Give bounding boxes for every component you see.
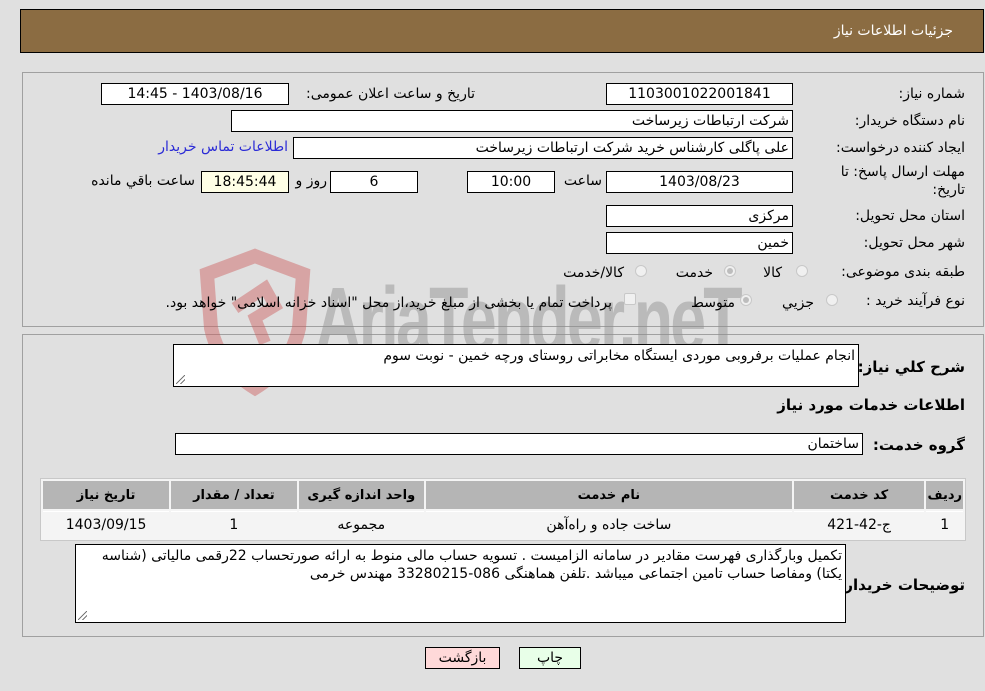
days-label: روز و <box>295 173 328 189</box>
province-field[interactable]: مرکزی <box>606 205 793 227</box>
requester-label: ایجاد کننده درخواست: <box>836 140 965 156</box>
deadline-time-label: ساعت <box>563 173 602 189</box>
process-minor-label: جزيي <box>782 295 814 311</box>
page-header: جزئیات اطلاعات نیاز <box>20 9 984 53</box>
col-need-date: تاریخ نیاز <box>43 481 170 509</box>
remaining-time-label: ساعت باقي مانده <box>91 173 195 189</box>
deadline-label-date: تاریخ: <box>932 182 965 198</box>
cell-need-date: 1403/09/15 <box>43 511 170 538</box>
category-label: طبقه بندی موضوعی: <box>841 264 965 280</box>
back-button[interactable]: بازگشت <box>425 647 500 669</box>
buyer-notes-textarea[interactable]: تکمیل وبارگذاری فهرست مقادیر در سامانه ا… <box>75 544 846 623</box>
resize-grip-icon[interactable] <box>176 375 185 384</box>
divider <box>22 636 984 637</box>
announce-datetime-label: تاریخ و ساعت اعلان عمومی: <box>306 86 475 102</box>
table-header-row: ردیف کد خدمت نام خدمت واحد اندازه گیری ت… <box>43 481 963 509</box>
print-button[interactable]: چاپ <box>519 647 581 669</box>
city-field[interactable]: خمین <box>606 232 793 254</box>
services-table: ردیف کد خدمت نام خدمت واحد اندازه گیری ت… <box>40 478 966 541</box>
col-row-number: ردیف <box>926 481 963 509</box>
table-row[interactable]: 1 ج-42-421 ساخت جاده و راه‌آهن مجموعه 1 … <box>43 511 963 538</box>
resize-grip-icon[interactable] <box>78 611 87 620</box>
process-type-label: نوع فرآیند خرید : <box>866 293 965 309</box>
cell-row-number: 1 <box>926 511 963 538</box>
col-quantity: تعداد / مقدار <box>171 481 297 509</box>
need-number-label: شماره نیاز: <box>898 86 966 102</box>
page-title: جزئیات اطلاعات نیاز <box>833 23 953 39</box>
treasury-checkbox[interactable] <box>624 293 636 305</box>
announce-datetime-field[interactable]: 1403/08/16 - 14:45 <box>101 83 289 105</box>
city-label: شهر محل تحویل: <box>863 235 965 251</box>
category-both-label: کالا/خدمت <box>563 265 624 281</box>
treasury-checkbox-label: پرداخت تمام یا بخشی از مبلغ خرید،از محل … <box>165 295 612 311</box>
buyer-notes-text: تکمیل وبارگذاری فهرست مقادیر در سامانه ا… <box>101 548 842 582</box>
cell-service-name: ساخت جاده و راه‌آهن <box>426 511 792 538</box>
process-medium-radio[interactable] <box>740 294 752 306</box>
buyer-contact-link[interactable]: اطلاعات تماس خریدار <box>158 139 288 155</box>
service-group-label: گروه خدمت: <box>872 436 965 454</box>
process-medium-label: متوسط <box>691 295 735 311</box>
remaining-time-field[interactable]: 18:45:44 <box>201 171 289 193</box>
cell-quantity: 1 <box>171 511 297 538</box>
buyer-org-field[interactable]: شرکت ارتباطات زیرساخت <box>231 110 793 132</box>
services-heading: اطلاعات خدمات مورد نیاز <box>777 396 965 414</box>
process-minor-radio[interactable] <box>826 294 838 306</box>
deadline-time-field[interactable]: 10:00 <box>467 171 555 193</box>
cell-unit: مجموعه <box>298 511 425 538</box>
category-goods-radio[interactable] <box>796 265 808 277</box>
col-service-code: کد خدمت <box>793 481 925 509</box>
deadline-label: مهلت ارسال پاسخ: تا <box>840 164 965 180</box>
province-label: استان محل تحویل: <box>855 208 965 224</box>
need-number-field[interactable]: 1103001022001841 <box>606 83 793 105</box>
category-service-label: خدمت <box>675 265 713 281</box>
buyer-org-label: نام دستگاه خریدار: <box>854 113 965 129</box>
category-both-radio[interactable] <box>635 265 647 277</box>
remaining-days-field[interactable]: 6 <box>330 171 418 193</box>
service-group-field[interactable]: ساختمان <box>175 433 863 455</box>
category-service-radio[interactable] <box>724 265 736 277</box>
description-label: شرح كلي نياز: <box>857 358 965 376</box>
buyer-notes-label: توضیحات خریدار: <box>838 576 965 594</box>
category-goods-label: کالا <box>763 265 782 281</box>
requester-field[interactable]: علی پاگلی کارشناس خرید شرکت ارتباطات زیر… <box>293 137 793 159</box>
description-text: انجام عملیات برفروبی موردی ایستگاه مخابر… <box>383 348 855 364</box>
col-service-name: نام خدمت <box>426 481 792 509</box>
description-textarea[interactable]: انجام عملیات برفروبی موردی ایستگاه مخابر… <box>173 344 859 387</box>
col-unit: واحد اندازه گیری <box>298 481 425 509</box>
cell-service-code: ج-42-421 <box>793 511 925 538</box>
deadline-date-field[interactable]: 1403/08/23 <box>606 171 793 193</box>
